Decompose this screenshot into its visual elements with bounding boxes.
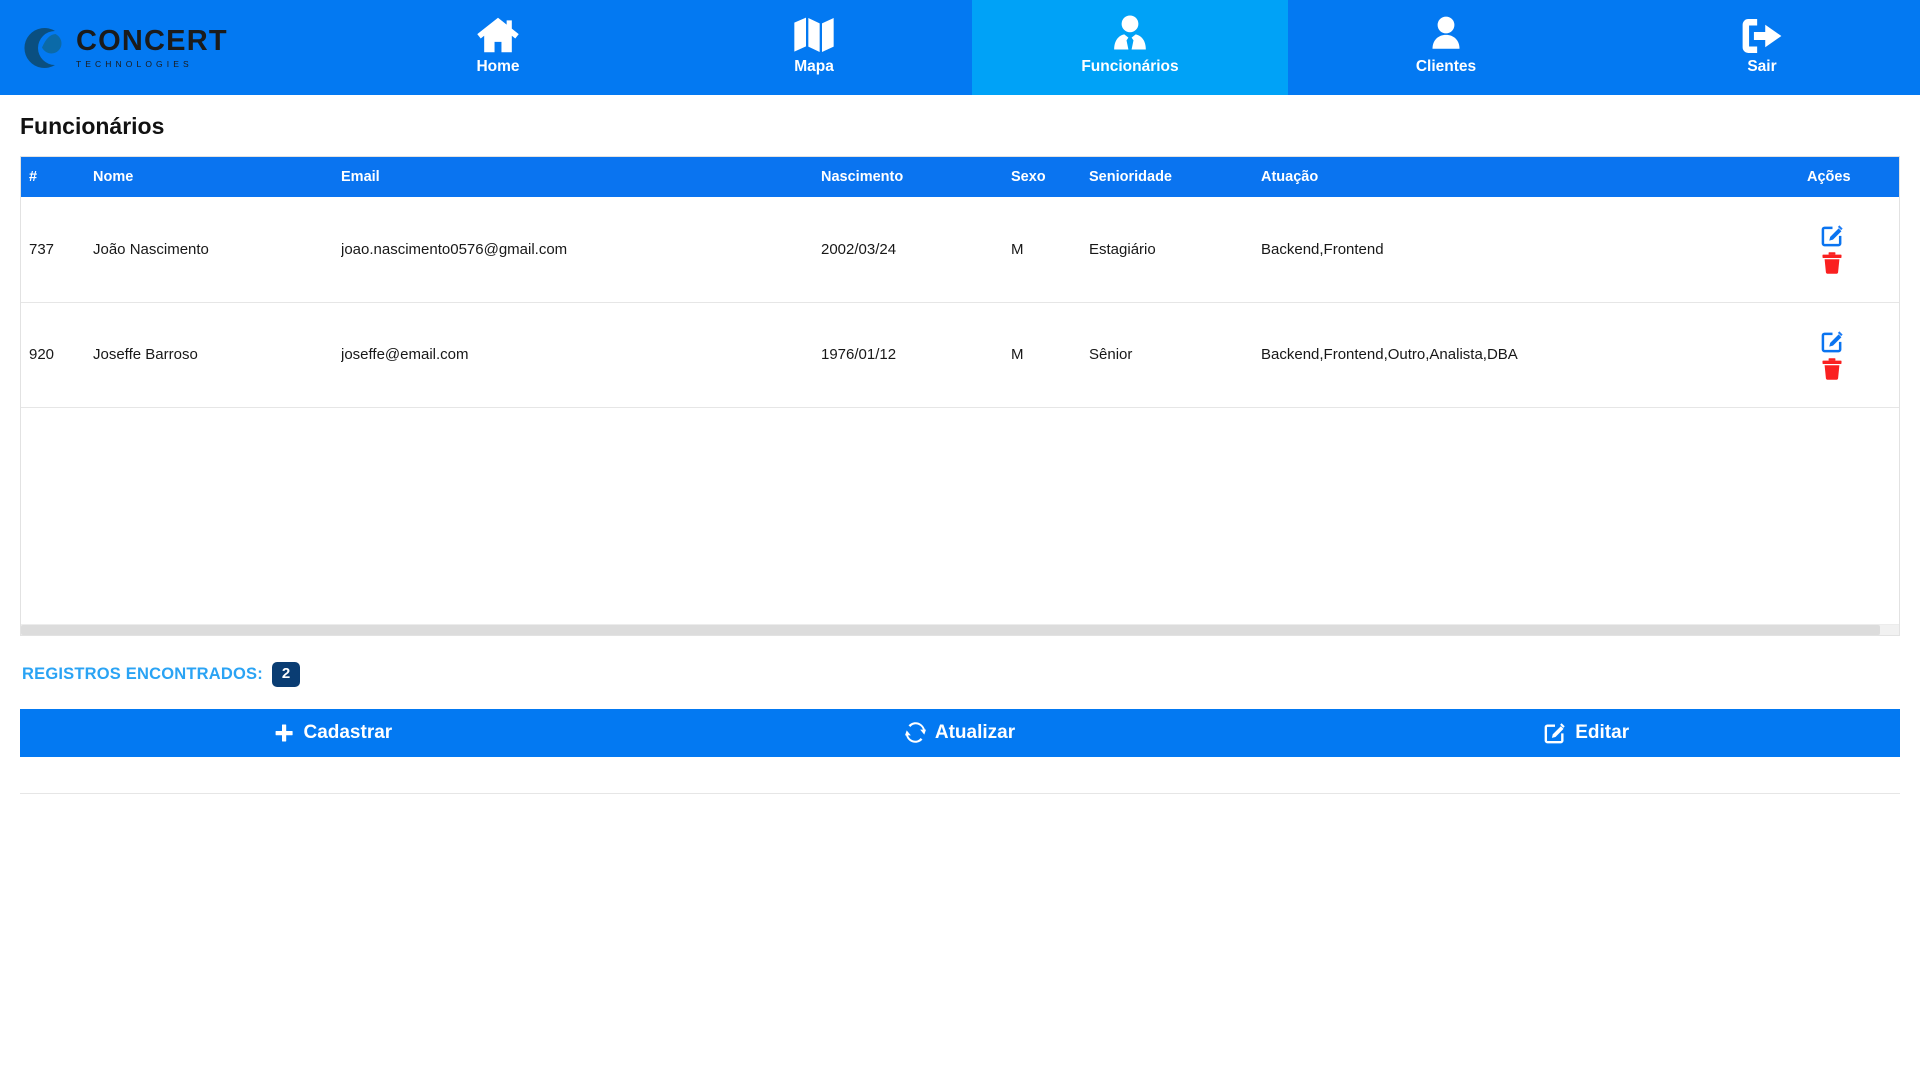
cadastrar-button[interactable]: Cadastrar [20,709,647,757]
cell-senioridade: Sênior [1089,302,1261,407]
delete-row-icon[interactable] [1822,252,1842,274]
page-content: Funcionários # Nome Email Nascimento Sex… [0,113,1920,794]
user-tie-icon [1111,12,1149,54]
nav-item-clientes[interactable]: Clientes [1288,0,1604,95]
records-found-label: REGISTROS ENCONTRADOS: [22,665,263,684]
edit-row-icon[interactable] [1821,330,1844,353]
pen-to-square-icon [1544,722,1566,744]
home-icon [477,12,519,54]
cell-nascimento: 1976/01/12 [821,302,1011,407]
sign-out-icon [1741,12,1783,54]
brand-tagline: TECHNOLOGIES [76,60,228,69]
horizontal-scrollbar[interactable] [21,624,1899,635]
column-header-nascimento[interactable]: Nascimento [821,157,1011,197]
employees-table-container: # Nome Email Nascimento Sexo Senioridade… [20,156,1900,636]
nav-item-home[interactable]: Home [340,0,656,95]
nav-items: Home Mapa Funcionários [340,0,1920,95]
cell-sexo: M [1011,197,1089,302]
editar-button-label: Editar [1575,722,1629,744]
table-header-row: # Nome Email Nascimento Sexo Senioridade… [21,157,1899,197]
cell-acoes [1779,302,1899,407]
cadastrar-button-label: Cadastrar [303,722,392,744]
column-header-acoes-label: Ações [1807,169,1851,185]
cell-acoes [1779,197,1899,302]
bottom-divider [20,793,1900,794]
cell-email: joao.nascimento0576@gmail.com [341,197,821,302]
column-header-senioridade[interactable]: Senioridade [1089,157,1261,197]
nav-item-mapa[interactable]: Mapa [656,0,972,95]
editar-button[interactable]: Editar [1273,709,1900,757]
scrollbar-thumb[interactable] [21,625,1880,635]
atualizar-button[interactable]: Atualizar [647,709,1274,757]
employees-table: # Nome Email Nascimento Sexo Senioridade… [21,157,1899,408]
user-icon [1428,12,1464,54]
delete-row-icon[interactable] [1822,358,1842,380]
cell-sexo: M [1011,302,1089,407]
table-row: 920 Joseffe Barroso joseffe@email.com 19… [21,302,1899,407]
brand-name: CONCERT [76,27,228,56]
cell-nome: João Nascimento [93,197,341,302]
nav-label-funcionarios: Funcionários [1081,59,1178,83]
cell-atuacao: Backend,Frontend,Outro,Analista,DBA [1261,302,1779,407]
column-header-sexo[interactable]: Sexo [1011,157,1089,197]
table-body: 737 João Nascimento joao.nascimento0576@… [21,197,1899,407]
cell-id: 737 [21,197,93,302]
cell-senioridade: Estagiário [1089,197,1261,302]
cell-atuacao: Backend,Frontend [1261,197,1779,302]
table-row: 737 João Nascimento joao.nascimento0576@… [21,197,1899,302]
plus-icon [274,723,294,743]
row-actions [1815,224,1849,274]
action-button-bar: Cadastrar Atualizar Editar [20,709,1900,757]
nav-label-home: Home [476,59,519,83]
nav-label-clientes: Clientes [1416,59,1476,83]
table-header: # Nome Email Nascimento Sexo Senioridade… [21,157,1899,197]
brand-logo[interactable]: CONCERT TECHNOLOGIES [0,0,340,95]
records-count-badge: 2 [272,662,300,687]
concert-logo-icon [22,25,68,71]
records-found: REGISTROS ENCONTRADOS: 2 [22,662,1900,687]
page-title: Funcionários [20,113,1900,140]
column-header-atuacao[interactable]: Atuação [1261,157,1779,197]
row-actions [1815,330,1849,380]
nav-label-mapa: Mapa [794,59,834,83]
nav-item-funcionarios[interactable]: Funcionários [972,0,1288,95]
cell-nascimento: 2002/03/24 [821,197,1011,302]
map-icon [794,12,834,54]
column-header-email[interactable]: Email [341,157,821,197]
cell-nome: Joseffe Barroso [93,302,341,407]
edit-row-icon[interactable] [1821,224,1844,247]
atualizar-button-label: Atualizar [935,722,1015,744]
column-header-acoes: Ações [1779,157,1899,197]
cell-id: 920 [21,302,93,407]
column-header-nome[interactable]: Nome [93,157,341,197]
cell-email: joseffe@email.com [341,302,821,407]
nav-item-sair[interactable]: Sair [1604,0,1920,95]
top-navigation-bar: CONCERT TECHNOLOGIES Home Mapa [0,0,1920,95]
sync-icon [905,722,926,743]
column-header-id[interactable]: # [21,157,93,197]
nav-label-sair: Sair [1747,59,1776,83]
